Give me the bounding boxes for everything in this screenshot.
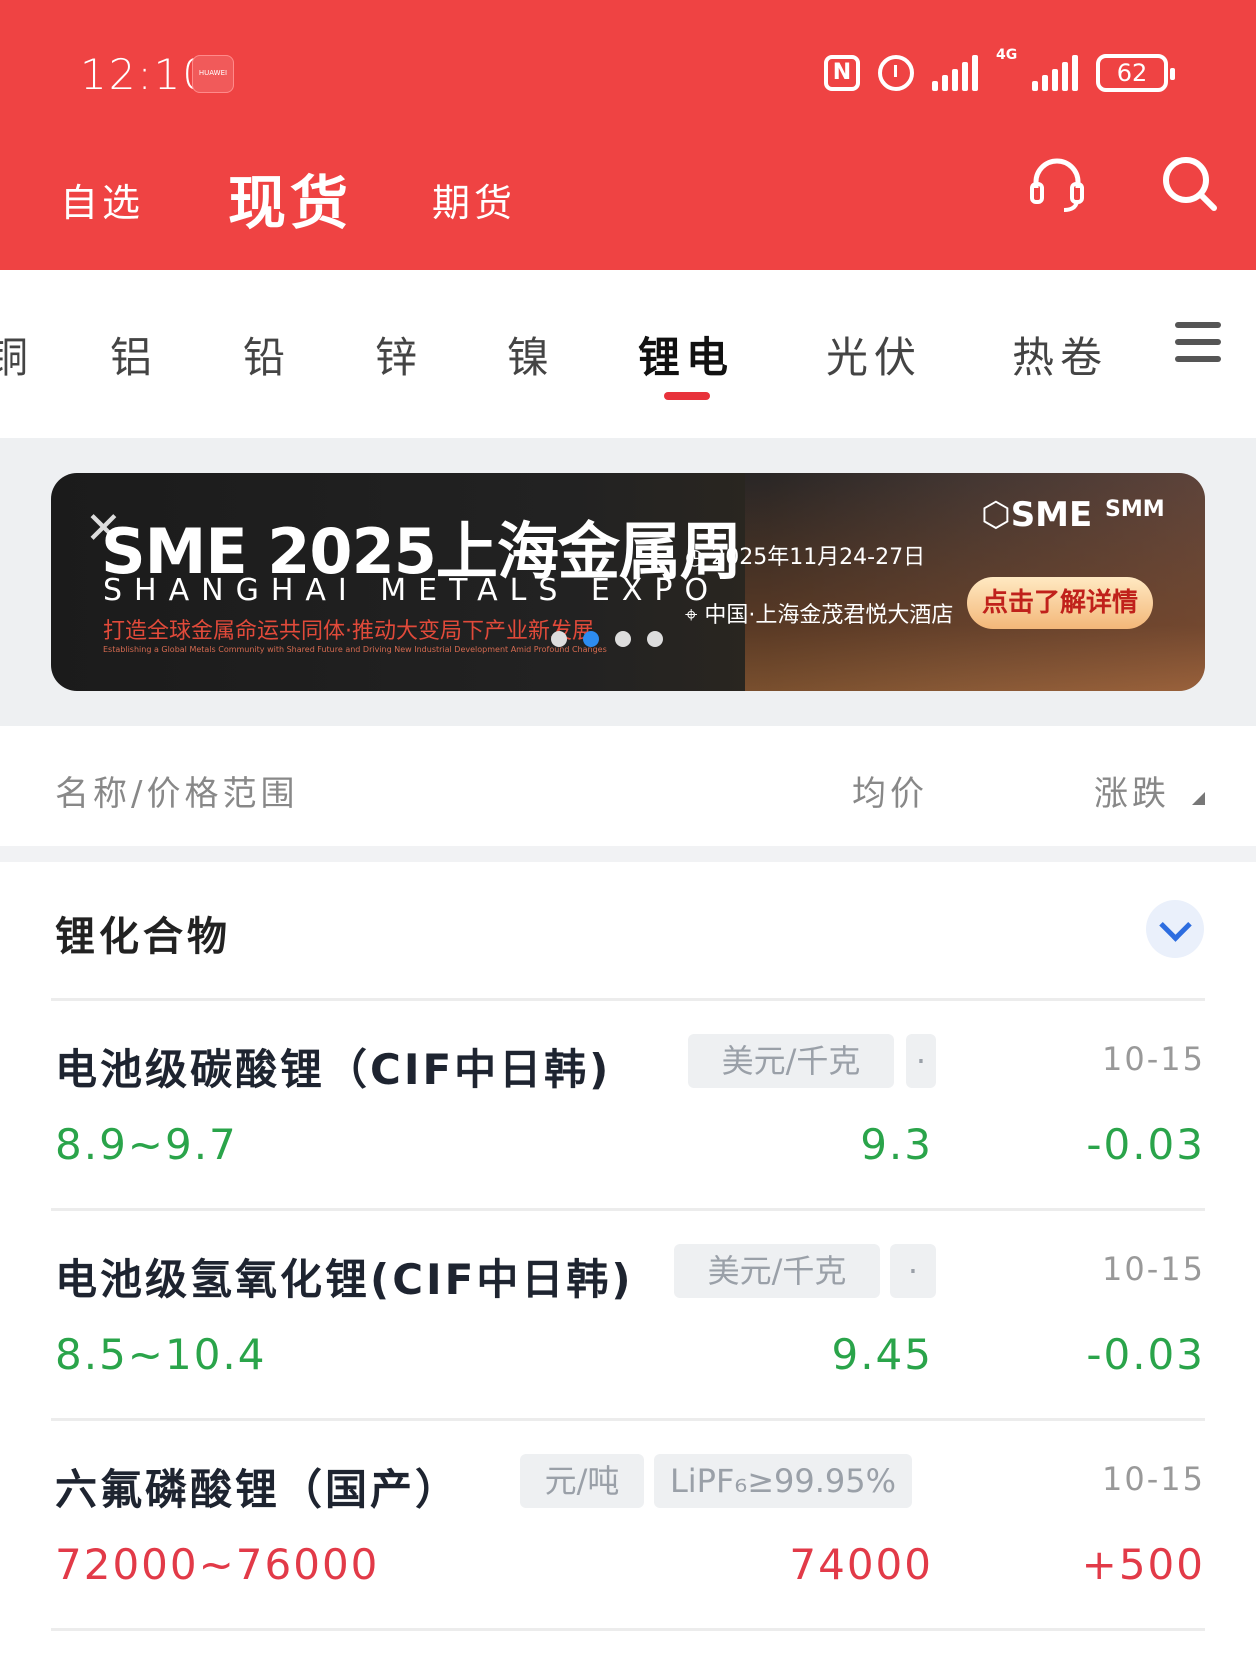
category-tab-copper[interactable]: 铜 xyxy=(0,324,34,385)
item-avg-price: 9.3 xyxy=(860,1120,933,1169)
item-name: 电池级碳酸锂（CIF中日韩) xyxy=(55,1045,612,1094)
item-price-range: 8.9~9.7 xyxy=(55,1120,238,1169)
item-name: 电池级氢氧化锂(CIF中日韩) xyxy=(55,1255,634,1304)
banner-dot-active[interactable] xyxy=(583,631,599,647)
list-item[interactable]: 电池级氢氧化锂(CIF中日韩) 美元/千克 · 10-15 8.5~10.4 9… xyxy=(0,1210,1256,1416)
status-bar: 12:10 HUAWEI N 4G 62 xyxy=(0,0,1256,130)
app-header: 12:10 HUAWEI N 4G 62 自选 现货 期货 xyxy=(0,0,1256,270)
divider xyxy=(51,1628,1205,1631)
active-tab-indicator xyxy=(664,392,710,400)
signal-4g-icon: 4G xyxy=(996,47,1078,91)
huawei-app-icon: HUAWEI xyxy=(192,55,234,93)
clock-icon: ◷ xyxy=(685,545,712,570)
item-change: -0.03 xyxy=(1086,1330,1205,1379)
list-item[interactable]: 六氟磷酸锂（国产） 元/吨 LiPF₆≥99.95% 10-15 72000~7… xyxy=(0,1420,1256,1626)
divider xyxy=(0,846,1256,862)
banner-dot[interactable] xyxy=(647,631,663,647)
item-avg-price: 74000 xyxy=(789,1540,933,1589)
item-name: 六氟磷酸锂（国产） xyxy=(55,1465,461,1514)
category-tab-pv[interactable]: 光伏 xyxy=(826,324,922,385)
smm-logo: SMM xyxy=(1105,497,1165,522)
nfc-icon: N xyxy=(824,55,860,91)
item-change: +500 xyxy=(1081,1540,1205,1589)
unit-tag: 元/吨 xyxy=(520,1454,644,1508)
column-header: 名称/价格范围 均价 涨跌 xyxy=(0,726,1256,846)
banner-dot[interactable] xyxy=(615,631,631,647)
column-avg-price[interactable]: 均价 xyxy=(852,766,928,815)
category-tab-lead[interactable]: 铅 xyxy=(243,324,291,385)
unit-tag: 美元/千克 xyxy=(674,1244,880,1298)
banner-dot[interactable] xyxy=(551,631,567,647)
category-tab-aluminum[interactable]: 铝 xyxy=(110,324,158,385)
item-date: 10-15 xyxy=(1102,1250,1205,1288)
unit-tag: 美元/千克 xyxy=(688,1034,894,1088)
search-icon[interactable] xyxy=(1160,154,1220,214)
location-pin-icon: ⌖ xyxy=(685,603,705,628)
category-tab-lithium[interactable]: 锂电 xyxy=(638,324,734,385)
item-date: 10-15 xyxy=(1102,1460,1205,1498)
category-tab-hot-coil[interactable]: 热卷 xyxy=(1012,324,1108,385)
alarm-icon xyxy=(878,55,914,91)
column-name: 名称/价格范围 xyxy=(55,774,299,814)
category-tab-zinc[interactable]: 锌 xyxy=(375,324,423,385)
banner-date: ◷ 2025年11月24-27日 xyxy=(685,545,926,570)
sort-icon[interactable] xyxy=(1192,792,1205,805)
tab-futures[interactable]: 期货 xyxy=(432,172,516,227)
spec-tag: LiPF₆≥99.95% xyxy=(654,1454,912,1508)
chevron-down-icon[interactable] xyxy=(1146,900,1204,958)
category-tab-nickel[interactable]: 镍 xyxy=(507,324,555,385)
tab-spot[interactable]: 现货 xyxy=(228,156,352,240)
item-price-range: 72000~76000 xyxy=(55,1540,380,1589)
item-date: 10-15 xyxy=(1102,1040,1205,1078)
item-avg-price: 9.45 xyxy=(831,1330,933,1379)
banner-details-button[interactable]: 点击了解详情 xyxy=(967,577,1153,629)
price-list: 锂化合物 电池级碳酸锂（CIF中日韩) 美元/千克 · 10-15 8.9~9.… xyxy=(0,862,1256,1655)
banner-pagination xyxy=(551,631,663,647)
signal-icon xyxy=(932,55,978,91)
spec-tag: · xyxy=(890,1244,936,1298)
banner-area: ✕ SME 2025上海金属周 SHANGHAI METALS EXPO 打造全… xyxy=(0,438,1256,726)
menu-icon[interactable] xyxy=(1175,322,1221,362)
battery-icon: 62 xyxy=(1096,54,1175,92)
banner-subtitle: SHANGHAI METALS EXPO xyxy=(103,573,721,608)
sme-logo-mark-icon: ⬡ xyxy=(981,495,1011,535)
banner-venue: ⌖ 中国·上海金茂君悦大酒店 xyxy=(685,603,954,628)
customer-service-icon[interactable] xyxy=(1028,156,1086,214)
banner-slogan: 打造全球金属命运共同体·推动大变局下产业新发展 xyxy=(103,619,594,644)
sme-logo: ⬡SME xyxy=(981,495,1093,535)
column-change[interactable]: 涨跌 xyxy=(1094,766,1170,815)
section-title: 锂化合物 xyxy=(55,914,231,960)
promo-banner[interactable]: ✕ SME 2025上海金属周 SHANGHAI METALS EXPO 打造全… xyxy=(51,473,1205,691)
tab-watchlist[interactable]: 自选 xyxy=(60,172,144,227)
list-item[interactable]: 电池级碳酸锂（CIF中日韩) 美元/千克 · 10-15 8.9~9.7 9.3… xyxy=(0,1000,1256,1206)
status-icons: N 4G 62 xyxy=(824,47,1175,96)
spec-tag: · xyxy=(906,1034,936,1088)
item-change: -0.03 xyxy=(1086,1120,1205,1169)
category-tabs: 铜 铝 铅 锌 镍 锂电 光伏 热卷 xyxy=(0,270,1256,438)
banner-slogan-en: Establishing a Global Metals Community w… xyxy=(103,645,607,654)
item-price-range: 8.5~10.4 xyxy=(55,1330,267,1379)
